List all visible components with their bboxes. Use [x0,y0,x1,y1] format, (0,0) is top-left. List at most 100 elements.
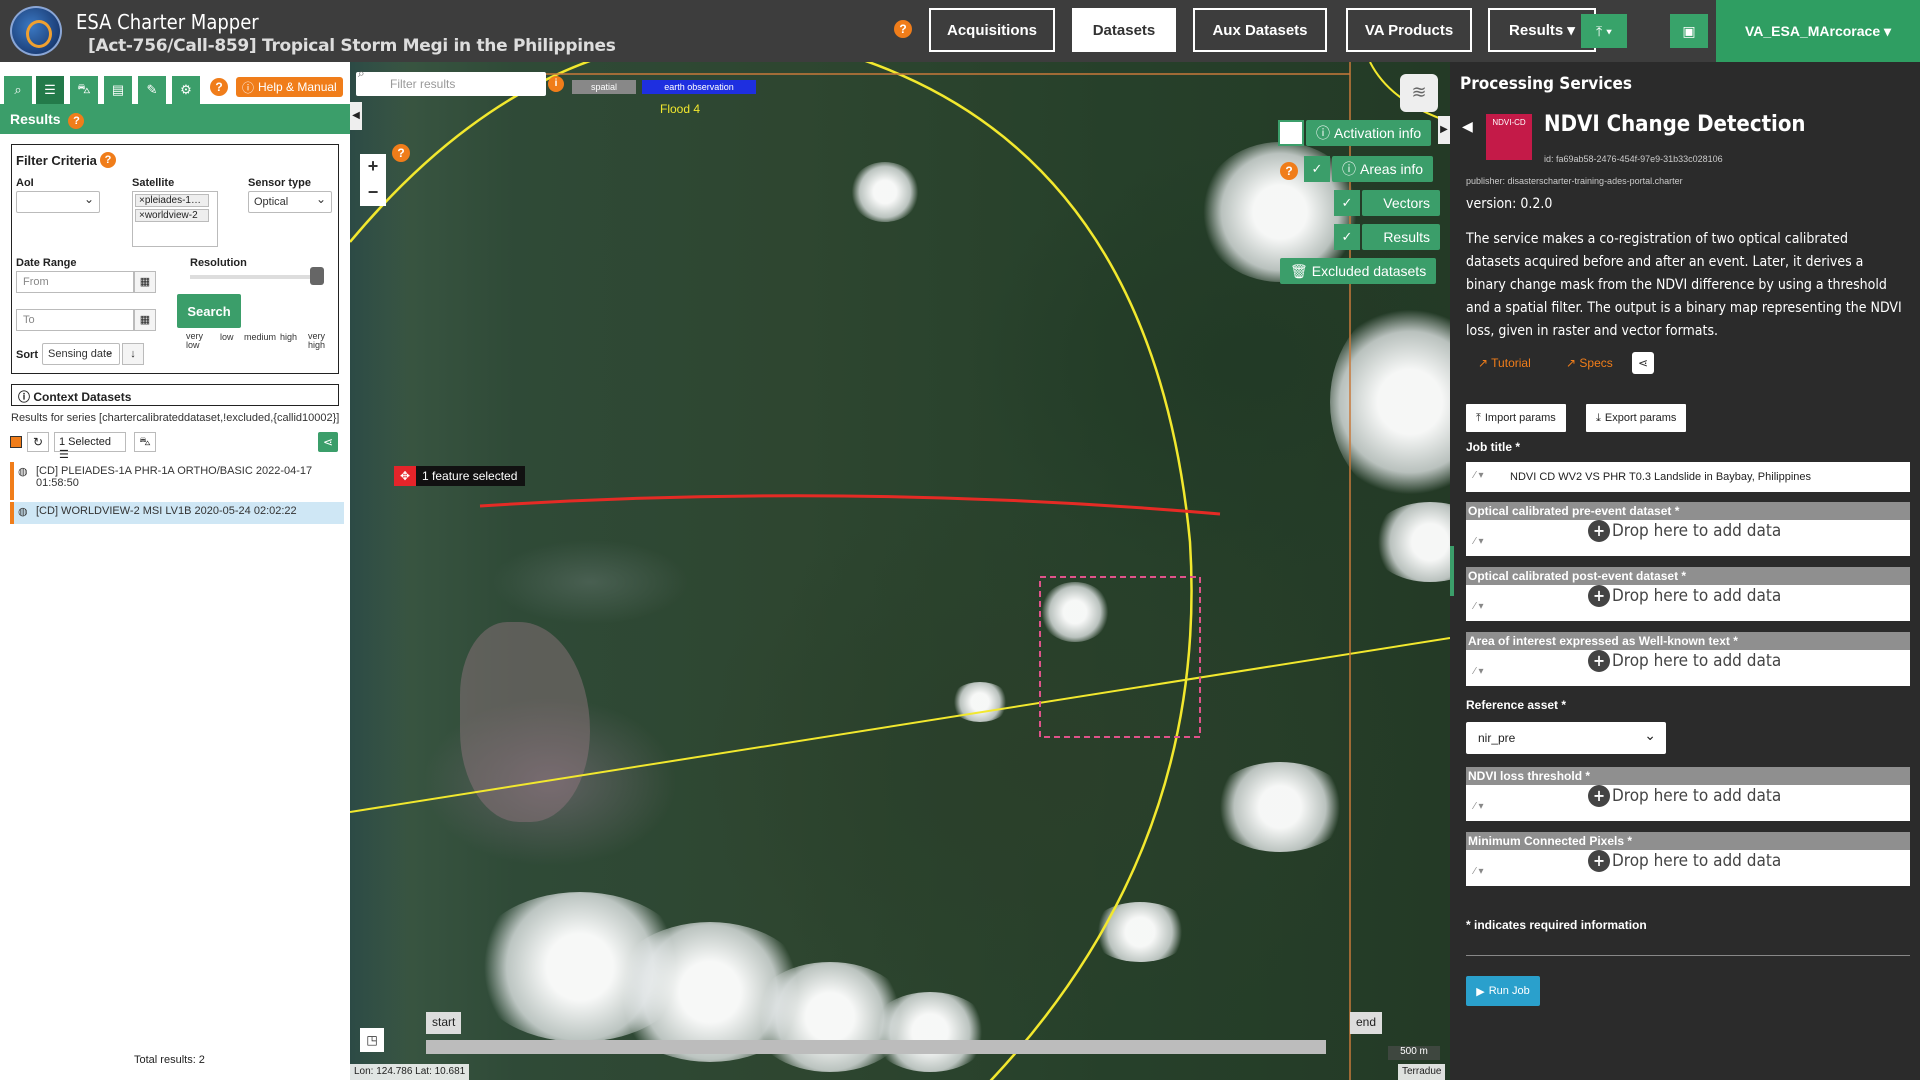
nav-acquisitions-button[interactable]: Acquisitions [929,8,1055,52]
spatial-chip[interactable]: spatial [572,80,636,94]
areas-info-checkbox[interactable]: ✓ [1304,156,1330,182]
selection-dropdown[interactable]: 1 Selected ☰ [54,432,126,461]
service-description: The service makes a co-registration of t… [1466,231,1902,339]
magic-wand-icon[interactable]: ⁄ ▾ [1474,866,1483,877]
earth-observation-chip[interactable]: earth observation [642,80,756,94]
drop-indicator [1450,546,1454,596]
expand-icon[interactable]: ◳ [360,1028,384,1052]
ndvi-threshold-dropzone[interactable]: NDVI loss threshold * ⁄ ▾ + Drop here to … [1466,767,1910,821]
help-icon[interactable]: ? [1280,162,1298,180]
sensor-type-select[interactable]: Optical [248,191,332,213]
job-title-input[interactable]: NDVI CD WV2 VS PHR T0.3 Landslide in Bay… [1510,471,1811,483]
refresh-icon[interactable]: ↻ [27,432,49,452]
ndvi-threshold-label: NDVI loss threshold * [1468,769,1591,783]
basket-add-icon[interactable]: ⛍ [134,432,156,452]
pencil-icon[interactable]: ✎ [138,76,166,104]
dataset-list-item-selected[interactable]: ◍ [CD] WORLDVIEW-2 MSI LV1B 2020-05-24 0… [10,502,344,524]
search-button[interactable]: Search [177,294,241,328]
nav-va-products-button[interactable]: VA Products [1346,8,1472,52]
aoi-wkt-dropzone[interactable]: Area of interest expressed as Well-known… [1466,632,1910,686]
filter-results-input[interactable]: Filter results [356,72,546,96]
nav-aux-datasets-button[interactable]: Aux Datasets [1193,8,1327,52]
map-view[interactable]: Filter results ⌕ i spatial earth observa… [350,62,1450,1080]
satellite-multiselect[interactable]: ×pleiades-1… ×worldview-2 [132,191,218,247]
dataset-list-item[interactable]: ◍ [CD] PLEIADES-1A PHR-1A ORTHO/BASIC 20… [10,462,344,500]
resolution-slider[interactable] [190,275,324,279]
briefcase-icon[interactable]: ▣ [1670,14,1708,48]
activation-info-checkbox[interactable] [1278,120,1304,146]
magic-wand-icon[interactable]: ⁄ ▾ [1474,666,1483,677]
pre-event-dataset-dropzone[interactable]: Optical calibrated pre-event dataset * ⁄… [1466,502,1910,556]
help-icon[interactable]: ? [100,152,116,168]
help-icon[interactable]: ? [894,20,912,38]
basket-icon[interactable]: ⛍ [70,76,98,104]
results-checkbox[interactable]: ✓ [1334,224,1360,250]
plus-icon: + [1588,585,1610,607]
import-params-button[interactable]: ⤒ Import params [1466,404,1566,432]
date-from-input[interactable]: From [16,271,134,293]
user-menu[interactable]: VA_ESA_MArcorace ▾ [1716,0,1920,62]
vectors-checkbox[interactable]: ✓ [1334,190,1360,216]
results-button[interactable]: Results [1362,224,1440,250]
help-manual-button[interactable]: ⓘ Help & Manual [236,77,343,97]
feature-selected-badge[interactable]: ✥ 1 feature selected [394,466,526,486]
activation-info-button[interactable]: ⓘ Activation info [1306,120,1432,146]
magic-wand-icon[interactable]: ⁄ ▾ [1474,470,1483,481]
post-event-dataset-dropzone[interactable]: Optical calibrated post-event dataset * … [1466,567,1910,621]
areas-info-button[interactable]: ⓘ Areas info [1332,156,1434,182]
service-logo: NDVI-CD [1486,114,1532,160]
help-icon[interactable]: ? [210,78,228,96]
activation-title: [Act-756/Call-859] Tropical Storm Megi i… [88,36,616,56]
calendar-icon[interactable]: ▦ [134,309,156,331]
info-icon[interactable]: i [548,76,564,92]
map-vectors [350,62,1450,1080]
nav-datasets-button[interactable]: Datasets [1072,8,1176,52]
share-icon[interactable]: ⋖ [318,432,338,452]
sort-direction-icon[interactable]: ↓ [122,343,144,365]
coordinates-readout: Lon: 124.786 Lat: 10.681 [350,1064,470,1080]
context-datasets-header[interactable]: ⓘ Context Datasets [11,384,339,406]
export-params-button[interactable]: ⤓ Export params [1586,404,1687,432]
job-title-field[interactable]: ⁄ ▾ NDVI CD WV2 VS PHR T0.3 Landslide in… [1466,462,1910,492]
date-to-input[interactable]: To [16,309,134,331]
search-icon[interactable]: ⌕ [4,76,32,104]
sort-select[interactable]: Sensing date [42,343,120,365]
excluded-datasets-button[interactable]: 🗑 Excluded datasets [1280,258,1437,284]
gear-icon[interactable]: ⚙ [172,76,200,104]
collapse-left-panel-icon[interactable]: ◀ [350,102,362,130]
collapse-right-panel-icon[interactable]: ▶ [1438,116,1450,144]
share-icon[interactable]: ⋖ [1632,352,1654,374]
magic-wand-icon[interactable]: ⁄ ▾ [1474,801,1483,812]
upload-icon[interactable]: ⤒ ▾ [1581,14,1627,48]
magic-wand-icon[interactable]: ⁄ ▾ [1474,536,1483,547]
filter-title: Filter Criteria [16,153,97,168]
run-job-button[interactable]: ▶ Run Job [1466,976,1540,1006]
vectors-button[interactable]: Vectors [1362,190,1440,216]
archive-icon[interactable]: ▤ [104,76,132,104]
min-connected-pixels-dropzone[interactable]: Minimum Connected Pixels * ⁄ ▾ + Drop her… [1466,832,1910,886]
help-icon[interactable]: ? [392,144,410,162]
satellite-tag[interactable]: ×pleiades-1… [135,194,209,207]
calendar-icon[interactable]: ▦ [134,271,156,293]
nav-results-button[interactable]: Results ▾ [1488,8,1596,52]
drop-hint: + Drop here to add data [1588,850,1781,872]
zoom-in-button[interactable]: + [360,154,386,180]
reference-asset-select[interactable]: nir_pre [1466,722,1666,754]
tutorial-link[interactable]: ↗ Tutorial [1478,356,1531,370]
specs-link[interactable]: ↗ Specs [1566,356,1613,370]
aoi-select[interactable] [16,191,100,213]
list-icon[interactable]: ☰ [36,76,64,104]
info-icon: ⓘ [1316,125,1330,141]
back-arrow-icon[interactable]: ◀ [1462,118,1473,135]
select-all-checkbox[interactable] [10,436,22,448]
resolution-slider-handle[interactable] [310,267,324,285]
timeline-slider[interactable] [426,1040,1326,1054]
layers-icon[interactable]: ≋ [1400,74,1438,112]
dataset-title: [CD] WORLDVIEW-2 MSI LV1B 2020-05-24 02:… [36,505,297,517]
series-description: Results for series [chartercalibrateddat… [11,412,340,424]
zoom-out-button[interactable]: − [360,180,386,206]
satellite-tag[interactable]: ×worldview-2 [135,209,209,222]
help-icon[interactable]: ? [68,113,85,129]
magic-wand-icon[interactable]: ⁄ ▾ [1474,601,1483,612]
resolution-tick: very low [186,331,204,350]
